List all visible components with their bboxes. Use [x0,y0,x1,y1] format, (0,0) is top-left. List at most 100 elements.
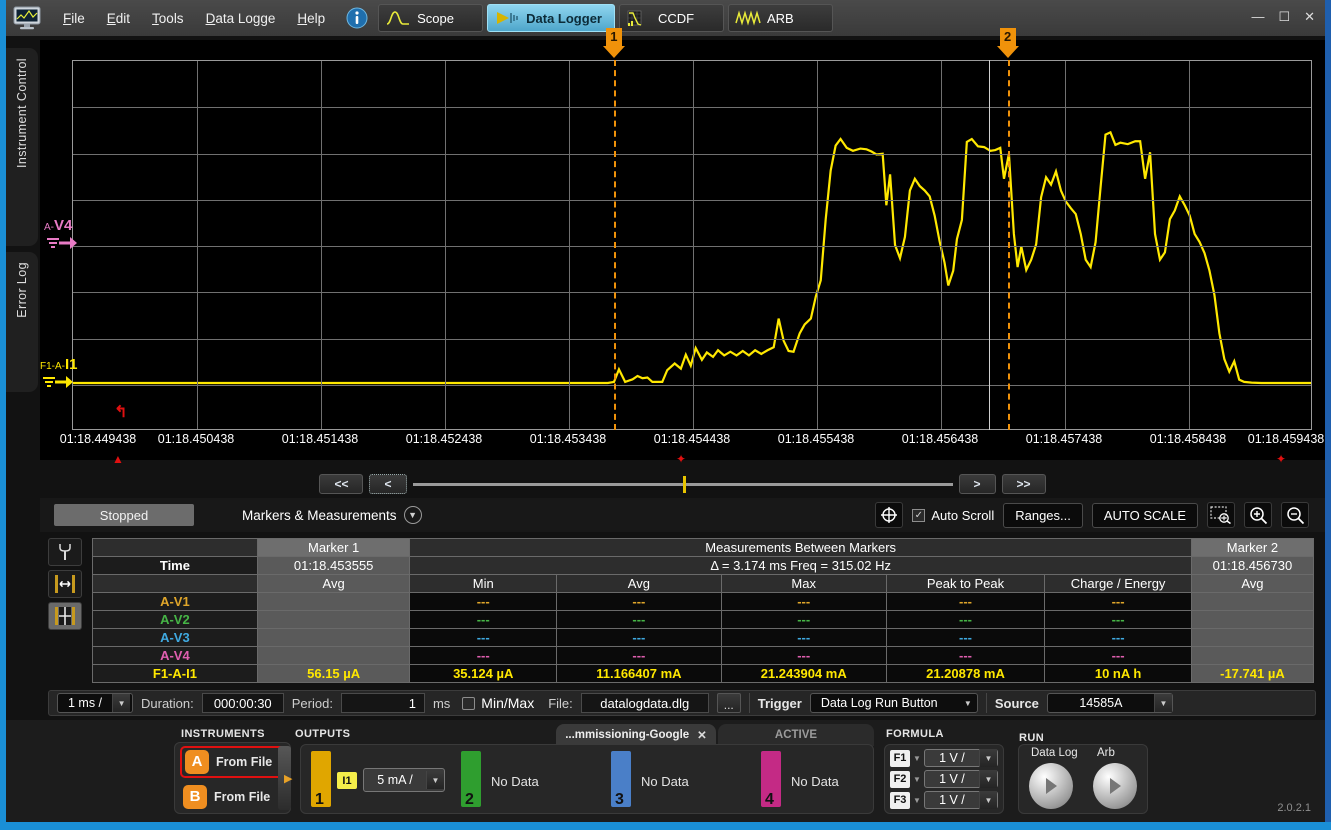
output-2-bar[interactable]: 2 [461,751,481,808]
chevron-down-icon[interactable]: ▼ [978,770,997,788]
data-log-play-button[interactable] [1029,763,1073,809]
browse-button[interactable]: ... [716,693,741,713]
tab-data-logger[interactable]: Data Logger [487,4,615,32]
menu-edit[interactable]: Edit [96,8,141,29]
cursor-line[interactable] [989,60,991,430]
marker-1-line[interactable] [613,60,616,430]
formula-f3-range-select[interactable]: 1 V / ▼ [923,791,998,809]
minmax-checkbox[interactable]: Min/Max [462,695,534,711]
nav-prev-button[interactable]: < [369,474,407,494]
formula-f2-badge[interactable]: F2 [890,770,910,788]
zoom-box-icon[interactable] [1207,502,1235,528]
chevron-down-circle-icon[interactable]: ▼ [403,506,422,524]
auto-scale-button[interactable]: AUTO SCALE [1091,502,1198,528]
chevron-down-icon[interactable]: ▼ [913,796,921,805]
table-cell: A-V2 [92,610,258,629]
zoom-out-icon[interactable] [1281,502,1309,528]
ground-reference-icon[interactable] [46,233,78,258]
output-3-bar[interactable]: 3 [611,751,631,808]
menu-file[interactable]: File [52,8,96,29]
tab-file-session[interactable]: ...mmissioning-Google ✕ [556,724,716,746]
ground-reference-icon[interactable] [42,372,74,397]
close-icon[interactable]: ✕ [1304,10,1315,24]
tab-ccdf[interactable]: CCDF [618,4,724,32]
arb-play-button[interactable] [1093,763,1137,809]
markers-measurements-section[interactable]: Markers & Measurements ▼ [242,506,422,524]
application-window: File Edit Tools Data Logge Help Scope Da… [0,0,1331,830]
file-field[interactable]: datalogdata.dlg [580,693,709,713]
sidebar-item-error-log[interactable]: Error Log [6,252,38,392]
sidebar-item-instrument-control[interactable]: Instrument Control [6,48,38,246]
trigger-select[interactable]: Data Log Run Button ▼ [809,693,978,713]
output-3-number: 3 [615,791,624,808]
chevron-down-icon[interactable]: ▼ [978,791,997,809]
timeline-thumb[interactable] [682,475,686,493]
chevron-down-icon[interactable]: ▼ [959,694,977,712]
timeline-scrollbar[interactable] [412,475,953,493]
info-icon[interactable] [344,5,370,31]
table-cell: --- [409,628,557,647]
marker-span-icon[interactable] [48,570,82,598]
table-row[interactable]: F1-A-I1 56.15 µA 35.124 µA 11.166407 mA 21.2… [92,664,1315,683]
x-axis-tick: 01:18.453438 [529,432,607,446]
marker-tool-icon[interactable] [48,538,82,566]
chevron-down-icon[interactable]: ▼ [913,775,921,784]
tab-scope[interactable]: Scope [378,4,484,32]
table-cell: 21.20878 mA [885,664,1046,683]
crosshair-icon[interactable] [875,502,904,528]
divider [748,693,750,713]
source-select[interactable]: 14585A ▼ [1046,693,1173,713]
formula-f1-badge[interactable]: F1 [890,749,910,767]
event-marker-icon[interactable]: ✦ [1276,452,1286,466]
chart-grid[interactable] [72,60,1312,430]
marker-2-line[interactable] [1007,60,1010,430]
chevron-down-icon[interactable]: ▼ [426,771,444,789]
table-cell: --- [555,646,722,665]
table-row[interactable]: A-V2 --- --- --- --- --- [92,610,1315,629]
tab-active[interactable]: ACTIVE [718,724,874,746]
grid-table-icon[interactable] [48,602,82,630]
channel-label-i1[interactable]: F1-A-I1 [40,356,78,373]
timebase-select[interactable]: 1 ms / ▼ [57,693,133,713]
trigger-marker-icon[interactable]: ▲ [112,452,124,466]
chevron-down-icon[interactable]: ▼ [1153,694,1172,712]
zoom-in-icon[interactable] [1244,502,1272,528]
nav-first-button[interactable]: << [319,474,364,494]
formula-f2-range-select[interactable]: 1 V / ▼ [923,770,998,788]
tab-arb[interactable]: ARB [727,4,833,32]
formula-f3-badge[interactable]: F3 [890,791,910,809]
table-row[interactable]: A-V4 --- --- --- --- --- [92,646,1315,665]
ranges-button[interactable]: Ranges... [1003,502,1083,528]
instrument-b-button[interactable]: B From File [180,783,290,811]
period-field[interactable]: 1 [340,693,425,713]
menu-tools[interactable]: Tools [141,8,195,29]
auto-scroll-checkbox[interactable]: ✓ Auto Scroll [912,508,994,523]
instrument-a-button[interactable]: A From File [180,745,290,778]
chevron-right-icon[interactable]: ▶ [284,772,292,785]
nav-next-button[interactable]: > [958,474,996,494]
output-4-bar[interactable]: 4 [761,751,781,808]
output-1-bar[interactable]: 1 [311,751,331,808]
menu-data-logge[interactable]: Data Logge [195,8,287,29]
table-cell [256,628,411,647]
event-marker-icon[interactable]: ✦ [676,452,686,466]
marker-1-flag[interactable]: 1 [602,28,625,58]
chevron-down-icon[interactable]: ▼ [913,754,921,763]
table-row[interactable]: A-V1 --- --- --- --- --- [92,592,1315,611]
trigger-arrow-icon[interactable]: ↰ [114,402,127,422]
duration-field[interactable]: 000:00:30 [201,693,284,713]
nav-last-button[interactable]: >> [1001,474,1046,494]
channel-label-v4[interactable]: A-V4 [44,217,72,234]
table-cell [92,538,258,557]
output-1-range-select[interactable]: 5 mA / ▼ [363,768,445,792]
table-cell: Charge / Energy [1044,574,1192,593]
chevron-down-icon[interactable]: ▼ [978,749,997,767]
menu-help[interactable]: Help [286,8,336,29]
table-row[interactable]: A-V3 --- --- --- --- --- [92,628,1315,647]
formula-f1-range-select[interactable]: 1 V / ▼ [923,749,998,767]
minimize-icon[interactable]: — [1251,10,1264,24]
close-icon[interactable]: ✕ [697,728,707,742]
marker-2-flag[interactable]: 2 [996,28,1019,58]
maximize-icon[interactable]: ☐ [1278,10,1290,24]
chevron-down-icon[interactable]: ▼ [112,694,131,712]
